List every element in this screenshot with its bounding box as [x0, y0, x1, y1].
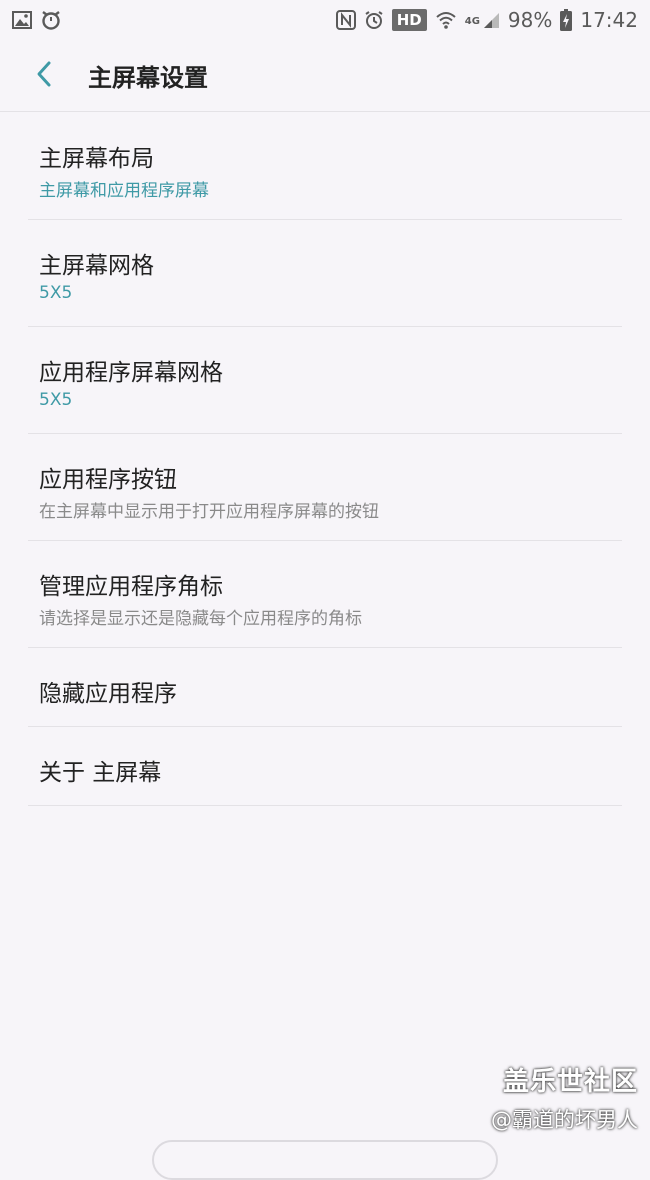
status-bar-left: [12, 9, 62, 31]
setting-title: 隐藏应用程序: [39, 681, 177, 707]
nfc-icon: [335, 10, 356, 30]
battery-icon: [560, 9, 573, 31]
page-title: 主屏幕设置: [88, 64, 208, 92]
bottom-pill[interactable]: [152, 1140, 498, 1180]
setting-title: 应用程序屏幕网格: [39, 360, 223, 386]
setting-value: 5X5: [39, 390, 73, 410]
settings-list: 主屏幕布局 主屏幕和应用程序屏幕 主屏幕网格 5X5 应用程序屏幕网格 5X5 …: [28, 113, 622, 806]
setting-home-grid[interactable]: 主屏幕网格 5X5: [28, 220, 622, 327]
setting-hide-apps[interactable]: 隐藏应用程序: [28, 648, 622, 727]
setting-about-home[interactable]: 关于 主屏幕: [28, 727, 622, 806]
status-bar: HD 4G 98% 17:42: [0, 0, 650, 40]
setting-apps-grid[interactable]: 应用程序屏幕网格 5X5: [28, 327, 622, 434]
network-type: 4G: [464, 16, 480, 27]
alarm-clock-icon: [364, 10, 384, 30]
setting-value: 5X5: [39, 283, 73, 303]
chevron-left-icon: [34, 60, 54, 92]
hd-badge: HD: [391, 9, 427, 31]
setting-apps-button[interactable]: 应用程序按钮 在主屏幕中显示用于打开应用程序屏幕的按钮: [28, 434, 622, 541]
setting-app-badges[interactable]: 管理应用程序角标 请选择是显示还是隐藏每个应用程序的角标: [28, 541, 622, 648]
setting-description: 在主屏幕中显示用于打开应用程序屏幕的按钮: [39, 502, 379, 522]
setting-title: 管理应用程序角标: [39, 574, 223, 600]
back-button[interactable]: [22, 54, 66, 98]
watermark: 盖乐世社区 @霸道的坏男人: [491, 1061, 638, 1134]
setting-title: 主屏幕网格: [39, 253, 154, 279]
setting-title: 关于 主屏幕: [39, 760, 162, 786]
status-bar-right: HD 4G 98% 17:42: [335, 8, 638, 32]
watermark-user: @霸道的坏男人: [491, 1108, 638, 1132]
setting-description: 请选择是显示还是隐藏每个应用程序的角标: [39, 609, 362, 629]
setting-title: 应用程序按钮: [39, 467, 177, 493]
image-icon: [12, 11, 32, 29]
app-bar: 主屏幕设置: [0, 40, 650, 112]
clock: 17:42: [580, 8, 638, 32]
setting-value: 主屏幕和应用程序屏幕: [39, 181, 209, 201]
wifi-icon: [435, 10, 457, 30]
alarm-icon: [40, 9, 62, 31]
battery-percent: 98%: [507, 8, 553, 32]
setting-home-layout[interactable]: 主屏幕布局 主屏幕和应用程序屏幕: [28, 113, 622, 220]
watermark-brand: 盖乐世社区: [502, 1067, 638, 1097]
setting-title: 主屏幕布局: [39, 146, 154, 172]
signal-icon: [482, 11, 500, 29]
